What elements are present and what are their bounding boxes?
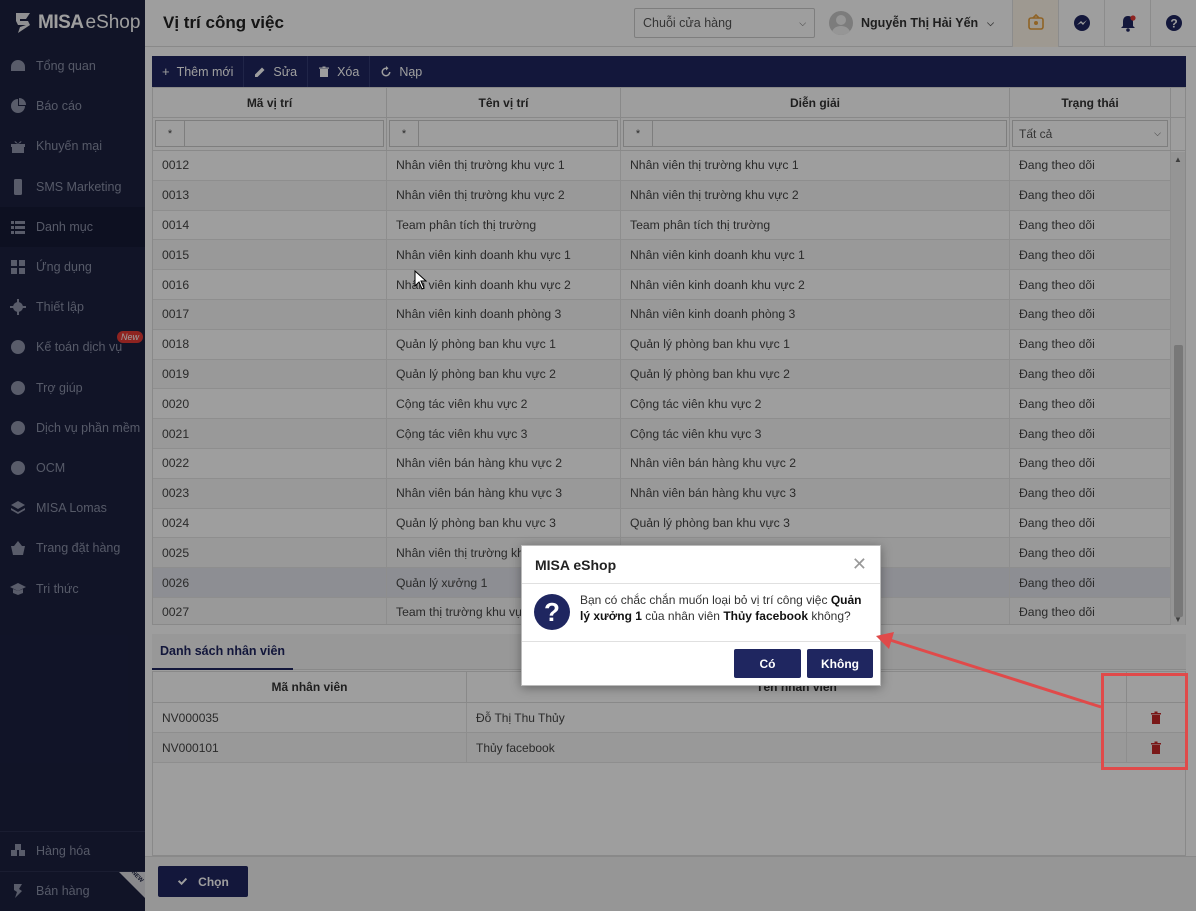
annotation-arrow xyxy=(876,632,1102,709)
annotation-highlight-box xyxy=(1101,673,1188,770)
mouse-cursor-icon xyxy=(414,270,428,290)
